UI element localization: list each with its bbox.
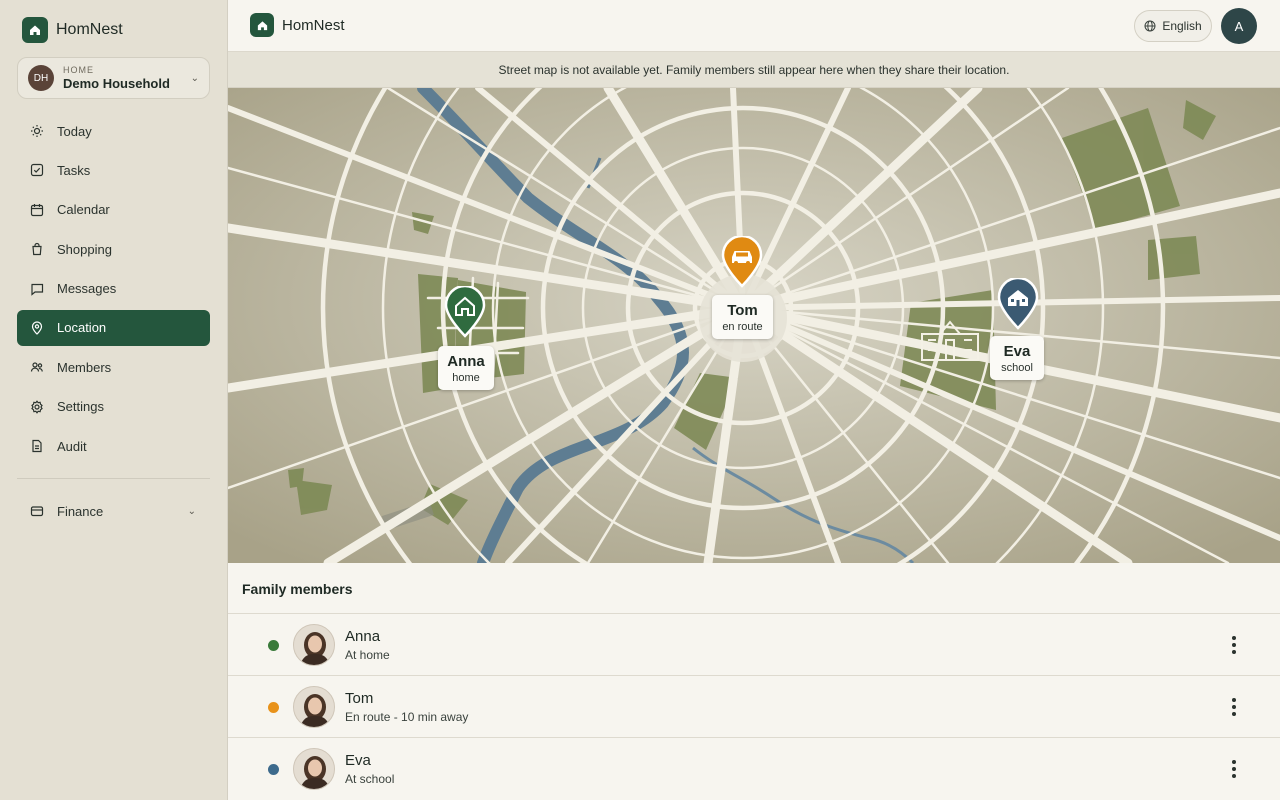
more-options-icon[interactable] — [1226, 636, 1242, 654]
header-title: HomNest — [282, 17, 345, 34]
member-row-anna[interactable]: Anna At home — [228, 613, 1280, 675]
sidebar-item-shopping[interactable]: Shopping — [17, 231, 210, 267]
family-map[interactable]: Anna home Tom en route Eva school — [228, 88, 1280, 563]
family-members-panel: Family members Anna At home Tom En route… — [228, 563, 1280, 800]
marker-eva[interactable] — [996, 278, 1040, 330]
more-options-icon[interactable] — [1226, 760, 1242, 778]
language-button[interactable]: English — [1134, 10, 1212, 42]
marker-tom[interactable] — [720, 236, 764, 288]
member-status: At home — [345, 648, 390, 662]
shopping-bag-icon — [29, 241, 45, 257]
document-icon — [29, 438, 45, 454]
status-dot — [268, 702, 279, 713]
sidebar-item-today[interactable]: Today — [17, 113, 210, 149]
wallet-icon — [29, 503, 45, 519]
avatar — [293, 748, 335, 790]
member-name: Tom — [345, 690, 374, 707]
member-status: En route - 10 min away — [345, 710, 469, 724]
sidebar-item-settings[interactable]: Settings — [17, 389, 210, 425]
calendar-icon — [29, 202, 45, 218]
sidebar-item-label: Audit — [57, 438, 87, 454]
gear-icon — [29, 399, 45, 415]
sidebar-item-calendar[interactable]: Calendar — [17, 192, 210, 228]
marker-name: Eva — [1003, 342, 1031, 360]
marker-status: school — [1001, 361, 1033, 374]
member-name: Eva — [345, 752, 371, 769]
sidebar: HomNest DH HOME Demo Household ⌄ Today T… — [0, 0, 228, 800]
chevron-down-icon: ⌄ — [190, 72, 199, 84]
language-label: English — [1162, 19, 1202, 33]
globe-icon — [1144, 20, 1156, 32]
message-icon — [29, 281, 45, 297]
marker-status: home — [452, 371, 480, 384]
sidebar-item-label: Today — [57, 123, 92, 139]
sidebar-item-messages[interactable]: Messages — [17, 271, 210, 307]
marker-anna[interactable] — [443, 286, 487, 338]
sidebar-item-label: Finance — [57, 503, 104, 519]
users-icon — [29, 359, 45, 375]
chevron-down-icon: ⌄ — [187, 505, 196, 517]
check-square-icon — [29, 162, 45, 178]
marker-anna-label: Anna home — [438, 346, 494, 390]
house-logo-icon[interactable] — [250, 13, 274, 37]
more-options-icon[interactable] — [1226, 698, 1242, 716]
status-dot — [268, 764, 279, 775]
sidebar-item-label: Shopping — [57, 241, 112, 257]
sidebar-item-label: Tasks — [57, 162, 91, 178]
sidebar-item-label: Members — [57, 359, 112, 375]
member-status: At school — [345, 772, 395, 786]
sidebar-item-tasks[interactable]: Tasks — [17, 152, 210, 188]
sidebar-nav: Today Tasks Calendar Shopping Messages L… — [17, 113, 210, 468]
sidebar-item-audit[interactable]: Audit — [17, 428, 210, 464]
sidebar-item-label: Settings — [57, 399, 104, 415]
brand-name: HomNest — [56, 21, 123, 38]
location-pin-icon — [29, 320, 45, 336]
avatar — [293, 686, 335, 728]
user-avatar[interactable]: A — [1221, 8, 1257, 44]
household-label: HOME — [63, 65, 94, 75]
status-dot — [268, 640, 279, 651]
nav-divider — [17, 478, 210, 479]
household-switcher[interactable]: DH HOME Demo Household ⌄ — [17, 57, 210, 99]
household-name: Demo Household — [63, 76, 170, 91]
member-name: Anna — [345, 628, 381, 645]
sun-icon — [29, 123, 45, 139]
member-row-eva[interactable]: Eva At school — [228, 737, 1280, 799]
sidebar-item-members[interactable]: Members — [17, 349, 210, 385]
avatar — [293, 624, 335, 666]
marker-eva-label: Eva school — [990, 336, 1044, 380]
marker-name: Tom — [727, 301, 758, 319]
marker-name: Anna — [447, 352, 485, 370]
members-title: Family members — [242, 581, 353, 597]
household-avatar: DH — [28, 65, 54, 91]
marker-status: en route — [722, 320, 763, 333]
map-unavailable-notice: Street map is not available yet. Family … — [228, 52, 1280, 88]
car-icon — [732, 251, 752, 265]
top-header: HomNest English A — [228, 0, 1280, 52]
sidebar-item-finance[interactable]: Finance ⌄ — [17, 493, 210, 529]
sidebar-item-label: Calendar — [57, 202, 110, 218]
marker-tom-label: Tom en route — [712, 295, 773, 339]
sidebar-item-label: Messages — [57, 281, 117, 297]
brand[interactable]: HomNest — [22, 17, 123, 43]
member-row-tom[interactable]: Tom En route - 10 min away — [228, 675, 1280, 737]
sidebar-item-label: Location — [57, 320, 107, 336]
house-logo-icon — [22, 17, 48, 43]
sidebar-item-location[interactable]: Location — [17, 309, 210, 346]
